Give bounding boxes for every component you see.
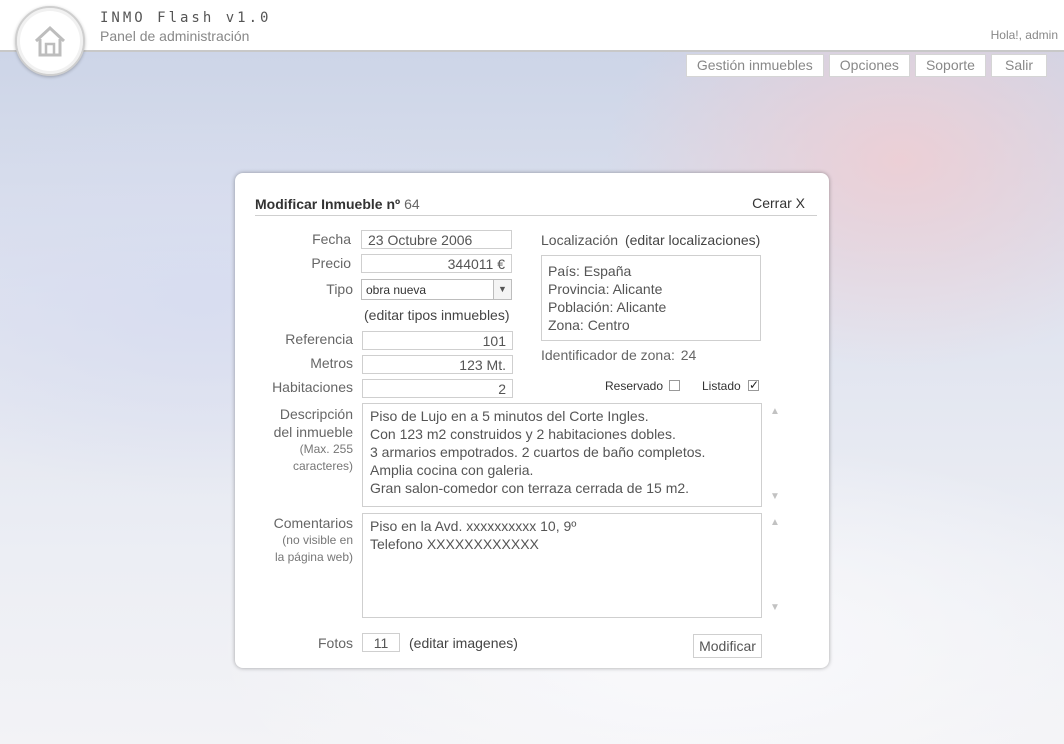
edit-localizaciones-link[interactable]: (editar localizaciones): [625, 232, 760, 248]
zona-id: Identificador de zona: 24: [541, 347, 696, 363]
app-subtitle: Panel de administración: [100, 28, 250, 44]
descripcion-line: Gran salon-comedor con terraza cerrada d…: [370, 480, 690, 496]
house-icon: [34, 25, 66, 57]
tipo-label: Tipo: [326, 281, 353, 297]
panel-title: Modificar Inmueble nº 64: [255, 196, 420, 212]
descripcion-line: Piso de Lujo en a 5 minutos del Corte In…: [370, 408, 649, 424]
location-pais: País: España: [548, 263, 632, 279]
scroll-up-icon[interactable]: ▲: [770, 517, 780, 528]
descripcion-line: Con 123 m2 construidos y 2 habitaciones …: [370, 426, 676, 442]
descripcion-line: 3 armarios empotrados. 2 cuartos de baño…: [370, 444, 706, 460]
scroll-up-icon[interactable]: ▲: [770, 406, 780, 417]
localizacion-text: Localización: [541, 232, 619, 248]
top-bar: INMO Flash v1.0 Panel de administración …: [0, 0, 1064, 52]
fecha-label: Fecha: [312, 231, 351, 247]
fotos-label: Fotos: [317, 635, 353, 651]
precio-field[interactable]: 344011 €: [361, 254, 512, 273]
precio-label: Precio: [311, 255, 351, 271]
metros-field[interactable]: 123 Mt.: [362, 355, 513, 374]
location-box: País: España Provincia: Alicante Poblaci…: [541, 255, 761, 341]
descripcion-label-1: Descripción: [279, 406, 353, 422]
nav-gestion-inmuebles[interactable]: Gestión inmuebles: [685, 54, 824, 77]
habitaciones-field[interactable]: 2: [362, 379, 513, 398]
close-link[interactable]: Cerrar X: [752, 195, 805, 211]
nav-opciones[interactable]: Opciones: [828, 54, 910, 77]
chevron-down-icon[interactable]: ▼: [493, 280, 511, 299]
panel-header: Modificar Inmueble nº 64 Cerrar X: [255, 195, 817, 216]
zona-id-label: Identificador de zona:: [541, 347, 675, 363]
localizacion-label: Localización (editar localizaciones): [541, 232, 760, 248]
location-zona: Zona: Centro: [548, 317, 630, 333]
fecha-field[interactable]: 23 Octubre 2006: [361, 230, 512, 249]
main-nav: Gestión inmuebles Opciones Soporte Salir: [685, 54, 1047, 77]
scroll-down-icon[interactable]: ▼: [770, 491, 780, 502]
modificar-button[interactable]: Modificar: [693, 634, 762, 658]
referencia-label: Referencia: [285, 331, 353, 347]
descripcion-label-2: del inmueble: [273, 424, 353, 440]
habitaciones-label: Habitaciones: [272, 379, 353, 395]
reservado-checkbox[interactable]: [669, 380, 680, 391]
check-icon: ✓: [749, 378, 760, 392]
scroll-down-icon[interactable]: ▼: [770, 602, 780, 613]
referencia-field[interactable]: 101: [362, 331, 513, 350]
descripcion-line: Amplia cocina con galeria.: [370, 462, 534, 478]
metros-label: Metros: [310, 355, 353, 371]
zona-id-value: 24: [680, 347, 697, 363]
edit-property-panel: Modificar Inmueble nº 64 Cerrar X Fecha 2…: [235, 173, 829, 668]
comentarios-textarea[interactable]: Piso en la Avd. xxxxxxxxxx 10, 9º Telefo…: [362, 513, 762, 618]
user-greeting: Hola!, admin: [990, 28, 1058, 42]
descripcion-textarea[interactable]: Piso de Lujo en a 5 minutos del Corte In…: [362, 403, 762, 507]
app-title: INMO Flash v1.0: [100, 10, 272, 26]
comentarios-note-1: (no visible en: [282, 533, 353, 547]
comentarios-line: Piso en la Avd. xxxxxxxxxx 10, 9º: [370, 518, 577, 534]
tipo-selected-value: obra nueva: [366, 283, 427, 297]
descripcion-note-2: caracteres): [292, 459, 353, 473]
tipo-select[interactable]: obra nueva ▼: [361, 279, 512, 300]
location-provincia: Provincia: Alicante: [548, 281, 663, 297]
logo: [15, 6, 85, 76]
reservado-label: Reservado: [605, 379, 664, 393]
location-poblacion: Población: Alicante: [548, 299, 667, 315]
property-number: 64: [404, 196, 420, 212]
panel-title-text: Modificar Inmueble nº: [255, 196, 401, 212]
comentarios-line: Telefono XXXXXXXXXXXX: [370, 536, 539, 552]
nav-soporte[interactable]: Soporte: [914, 54, 986, 77]
comentarios-label: Comentarios: [273, 515, 353, 531]
nav-salir[interactable]: Salir: [990, 54, 1047, 77]
descripcion-note-1: (Max. 255: [299, 442, 353, 456]
edit-imagenes-link[interactable]: (editar imagenes): [409, 635, 518, 651]
fotos-field[interactable]: 11: [362, 633, 400, 652]
edit-tipos-link[interactable]: (editar tipos inmuebles): [364, 307, 510, 323]
comentarios-note-2: la página web): [274, 550, 353, 564]
listado-label: Listado: [702, 379, 741, 393]
listado-checkbox[interactable]: ✓: [748, 378, 760, 392]
